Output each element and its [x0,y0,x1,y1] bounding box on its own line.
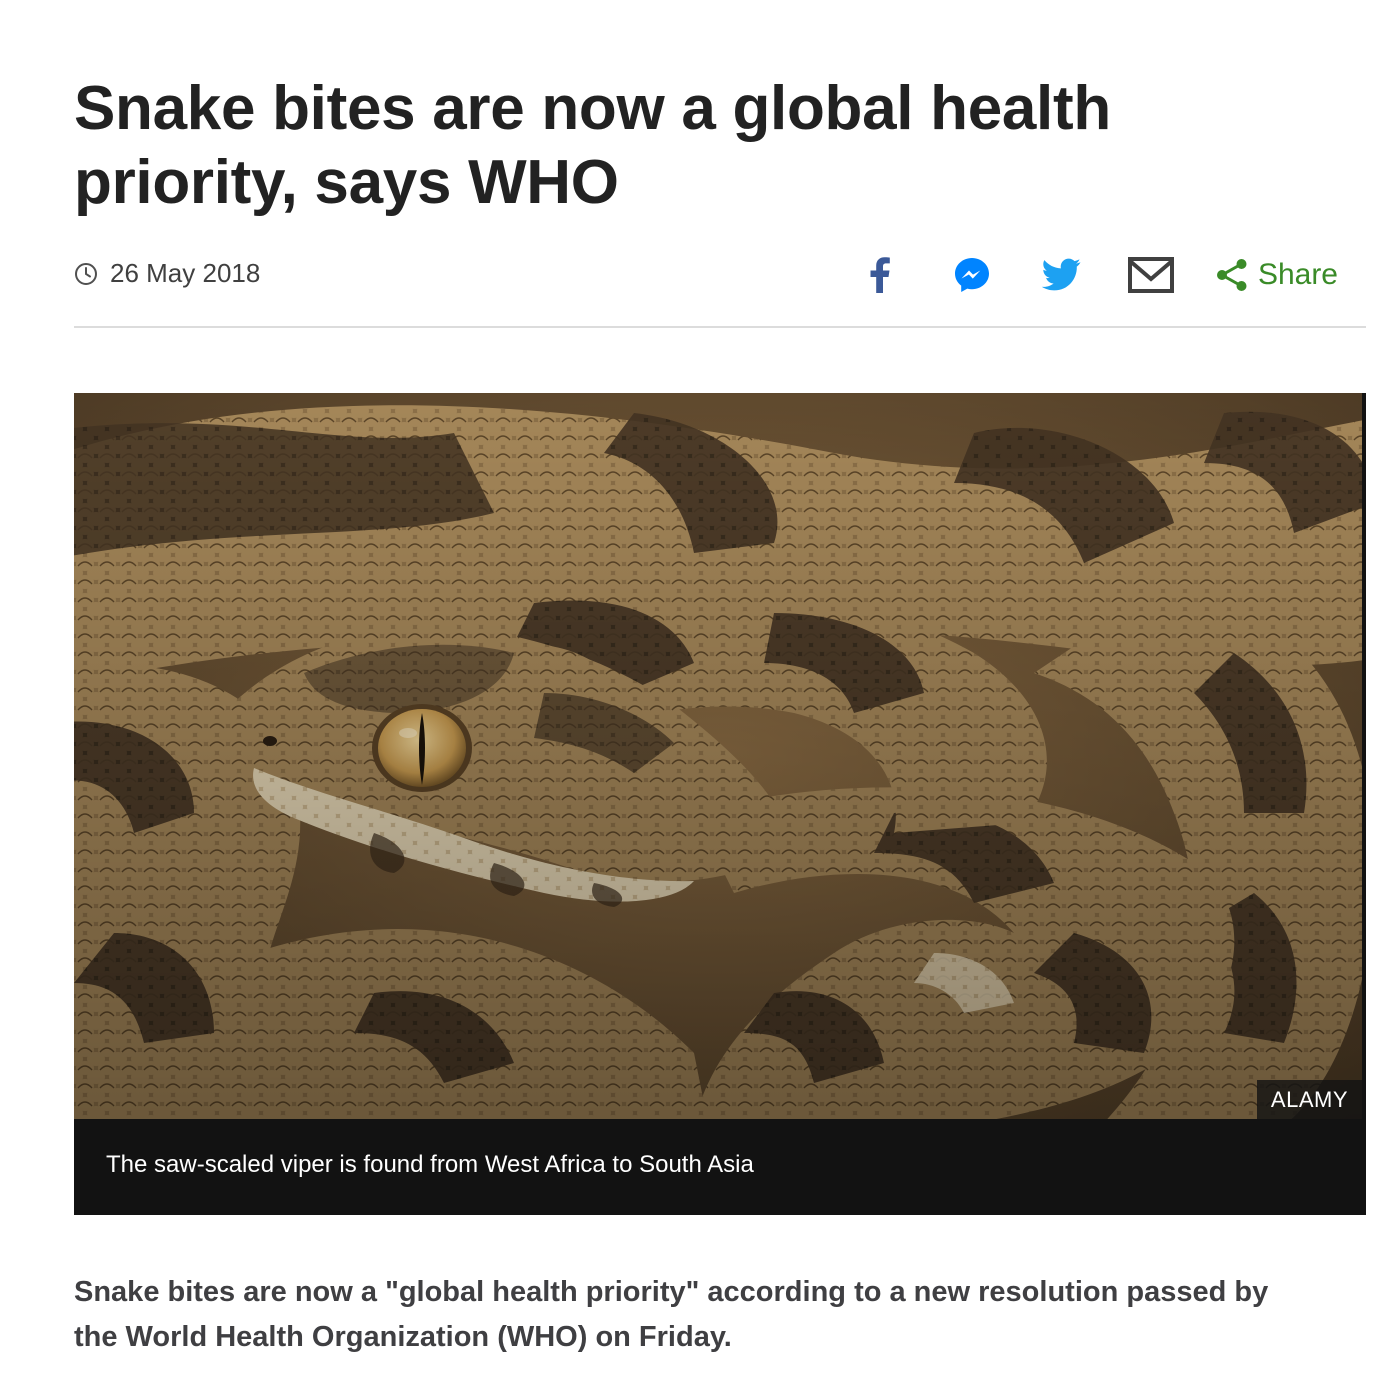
divider [74,326,1366,328]
share-button[interactable]: Share [1216,258,1338,292]
email-share-button[interactable] [1127,257,1174,293]
article-intro: Snake bites are now a "global health pri… [74,1276,1269,1353]
facebook-icon [870,257,890,293]
snake-photo-illustration [74,393,1362,1119]
publish-date-text: 26 May 2018 [110,258,261,288]
image-caption: The saw-scaled viper is found from West … [106,1151,754,1178]
share-icon [1216,259,1247,291]
share-tools: Share [860,250,1338,300]
image-credit: ALAMY [1256,1080,1362,1119]
twitter-icon [1041,258,1081,291]
share-label: Share [1257,258,1338,291]
facebook-share-button[interactable] [860,257,900,293]
snake-photo [74,393,1362,1119]
messenger-share-button[interactable] [952,256,992,294]
messenger-icon [954,258,989,292]
clock-icon [75,262,97,285]
twitter-share-button[interactable] [1040,258,1082,292]
email-icon [1127,257,1174,293]
lead-figure: ALAMY The saw-scaled viper is found from… [74,393,1366,1215]
article-meta: 26 May 2018 Share [74,250,1366,300]
article-headline: Snake bites are now a global health prio… [74,74,1111,217]
publish-date: 26 May 2018 [74,258,260,289]
